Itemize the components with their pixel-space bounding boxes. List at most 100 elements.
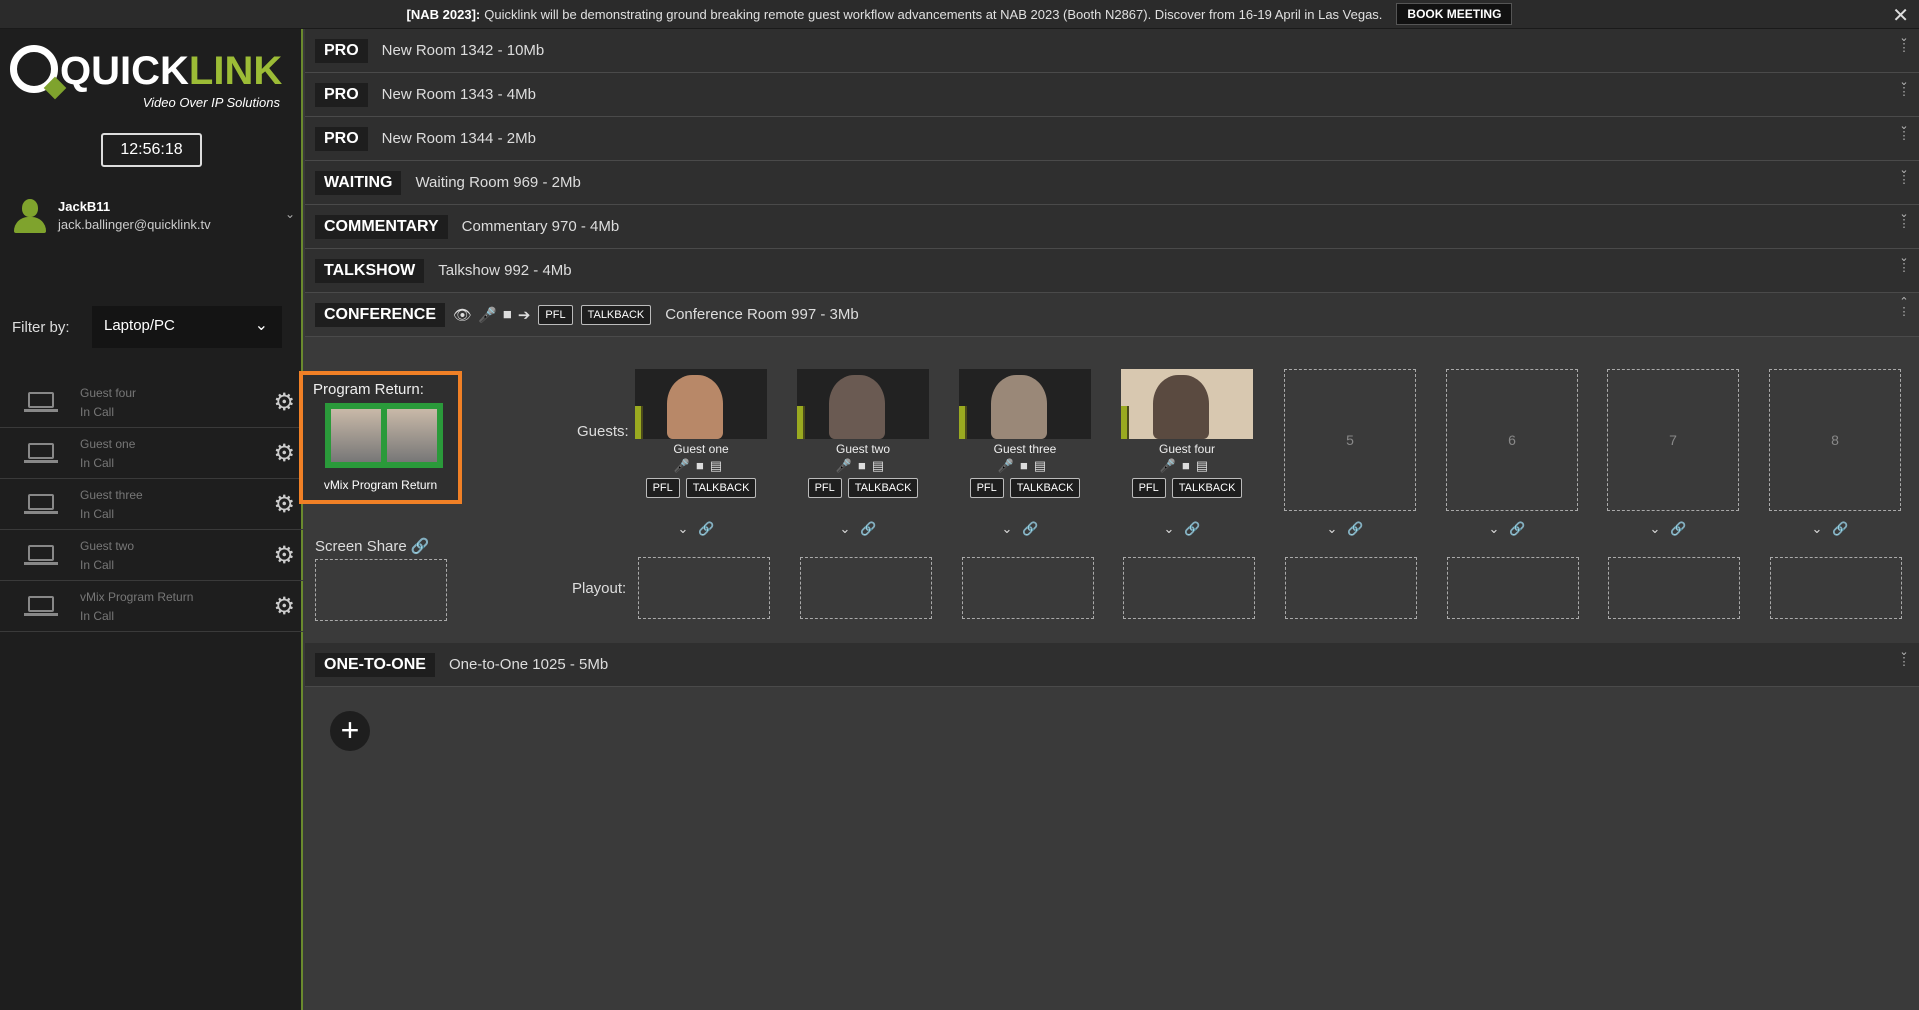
guest-list-item[interactable]: Guest three In Call ⚙ [0,479,303,530]
gear-icon[interactable]: ⚙ [273,388,295,417]
gear-icon[interactable]: ⚙ [273,439,295,468]
guest-list-item[interactable]: Guest four In Call ⚙ [0,377,303,428]
guest-name: Guest one [80,437,136,451]
guest-status: In Call [80,507,115,521]
empty-guest-slot[interactable]: 7 [1607,369,1739,511]
filter-select[interactable]: Laptop/PC ⌄ [92,306,282,348]
guest-thumbnail [1153,375,1209,439]
playout-slot[interactable] [1447,557,1579,619]
filter-value: Laptop/PC [104,317,175,334]
guest-list-item[interactable]: Guest one In Call ⚙ [0,428,303,479]
talkback-button[interactable]: TALKBACK [847,478,919,498]
empty-guest-slot[interactable]: 5 [1284,369,1416,511]
guest-name: Guest two [80,539,135,553]
guest-media-icons[interactable]: 🎤■▤ [959,458,1091,474]
talkback-button[interactable]: TALKBACK [580,304,652,325]
slot-controls[interactable]: ⌄🔗 [1284,521,1416,537]
guest-video [959,369,1091,439]
talkback-button[interactable]: TALKBACK [685,478,757,498]
slot-controls[interactable]: ⌄🔗 [1446,521,1578,537]
guest-media-icons[interactable]: 🎤■▤ [1121,458,1253,474]
pfl-button[interactable]: PFL [538,304,573,325]
playout-slot[interactable] [962,557,1094,619]
guest-slot[interactable]: Guest one 🎤■▤ PFL TALKBACK [635,369,767,498]
expand-drag-icon[interactable]: ⌄ ⋮ [1897,209,1911,230]
room-row[interactable]: WAITING Waiting Room 969 - 2Mb ⌄ ⋮ [305,161,1919,205]
room-row[interactable]: PRO New Room 1343 - 4Mb ⌄ ⋮ [305,73,1919,117]
playout-slot[interactable] [1285,557,1417,619]
announcement-banner: [NAB 2023]: Quicklink will be demonstrat… [0,0,1919,29]
expand-drag-icon[interactable]: ⌄ ⋮ [1897,33,1911,54]
eye-icon[interactable]: 👁 [453,306,472,324]
user-icon [12,199,48,235]
guest-slot[interactable]: Guest two 🎤■▤ PFL TALKBACK [797,369,929,498]
room-row[interactable]: PRO New Room 1344 - 2Mb ⌄ ⋮ [305,117,1919,161]
gear-icon[interactable]: ⚙ [273,541,295,570]
mic-icon[interactable]: 🎤 [478,306,497,324]
guest-thumbnail [829,375,885,439]
guest-media-icons[interactable]: 🎤■▤ [635,458,767,474]
slot-controls[interactable]: ⌄🔗 [635,521,767,537]
quicklink-logo: QUICKLINK Video Over IP Solutions [10,41,283,111]
camera-icon[interactable]: ■ [503,306,512,324]
guest-slot[interactable]: Guest four 🎤■▤ PFL TALKBACK [1121,369,1253,498]
room-name: New Room 1342 - 10Mb [381,42,545,59]
sidebar: QUICKLINK Video Over IP Solutions 12:56:… [0,29,303,1010]
gear-icon[interactable]: ⚙ [273,490,295,519]
room-name: New Room 1344 - 2Mb [381,130,536,147]
slot-controls[interactable]: ⌄🔗 [1769,521,1901,537]
pfl-button[interactable]: PFL [969,478,1004,498]
room-row[interactable]: TALKSHOW Talkshow 992 - 4Mb ⌄ ⋮ [305,249,1919,293]
pfl-button[interactable]: PFL [807,478,842,498]
program-return-box[interactable]: Program Return: vMix Program Return [299,371,462,504]
empty-guest-slot[interactable]: 8 [1769,369,1901,511]
talkback-button[interactable]: TALKBACK [1171,478,1243,498]
room-row-conference[interactable]: CONFERENCE 👁 🎤 ■ ➔ PFL TALKBACK Conferen… [305,293,1919,337]
expand-drag-icon[interactable]: ⌄ ⋮ [1897,253,1911,274]
pfl-button[interactable]: PFL [1131,478,1166,498]
exit-icon[interactable]: ➔ [518,306,531,324]
playout-slot[interactable] [1608,557,1740,619]
add-room-button[interactable]: + [330,711,370,751]
expand-drag-icon[interactable]: ⌄ ⋮ [1897,165,1911,186]
room-type-badge: PRO [315,38,368,63]
slot-controls[interactable]: ⌄🔗 [797,521,929,537]
room-row[interactable]: COMMENTARY Commentary 970 - 4Mb ⌄ ⋮ [305,205,1919,249]
expand-drag-icon[interactable]: ⌄ ⋮ [1897,121,1911,142]
screen-share-slot[interactable] [315,559,447,621]
expand-drag-icon[interactable]: ⌄ ⋮ [1897,77,1911,98]
guest-list: Guest four In Call ⚙ Guest one In Call ⚙… [0,377,303,632]
room-type-badge: PRO [315,126,368,151]
guest-media-icons[interactable]: 🎤■▤ [797,458,929,474]
slot-controls[interactable]: ⌄🔗 [1607,521,1739,537]
close-icon[interactable]: ✕ [1892,3,1909,28]
clock: 12:56:18 [101,133,202,167]
chevron-down-icon[interactable]: ⌄ [285,207,295,221]
guest-video [635,369,767,439]
guest-slot[interactable]: Guest three 🎤■▤ PFL TALKBACK [959,369,1091,498]
logo-tagline: Video Over IP Solutions [142,95,280,110]
program-return-thumbnail [325,403,443,468]
link-icon[interactable]: 🔗 [411,538,430,555]
guest-list-item[interactable]: vMix Program Return In Call ⚙ [0,581,303,632]
book-meeting-button[interactable]: BOOK MEETING [1396,3,1513,25]
guest-list-item[interactable]: Guest two In Call ⚙ [0,530,303,581]
slot-controls[interactable]: ⌄🔗 [959,521,1091,537]
guest-slot-name: Guest two [835,442,891,456]
talkback-button[interactable]: TALKBACK [1009,478,1081,498]
playout-slot[interactable] [1770,557,1902,619]
room-row[interactable]: ONE-TO-ONE One-to-One 1025 - 5Mb ⌄ ⋮ [305,643,1919,687]
screen-share-label: Screen Share 🔗 [315,538,430,555]
collapse-drag-icon[interactable]: ⌃ ⋮ [1897,297,1911,318]
pfl-button[interactable]: PFL [645,478,680,498]
gear-icon[interactable]: ⚙ [273,592,295,621]
logo-wordmark: QUICKLINK [60,49,283,93]
expand-drag-icon[interactable]: ⌄ ⋮ [1897,647,1911,668]
playout-slot[interactable] [800,557,932,619]
playout-slot[interactable] [1123,557,1255,619]
empty-guest-slot[interactable]: 6 [1446,369,1578,511]
user-profile[interactable]: JackB11 jack.ballinger@quicklink.tv ⌄ [10,199,295,243]
slot-controls[interactable]: ⌄🔗 [1121,521,1253,537]
playout-slot[interactable] [638,557,770,619]
room-row[interactable]: PRO New Room 1342 - 10Mb ⌄ ⋮ [305,29,1919,73]
